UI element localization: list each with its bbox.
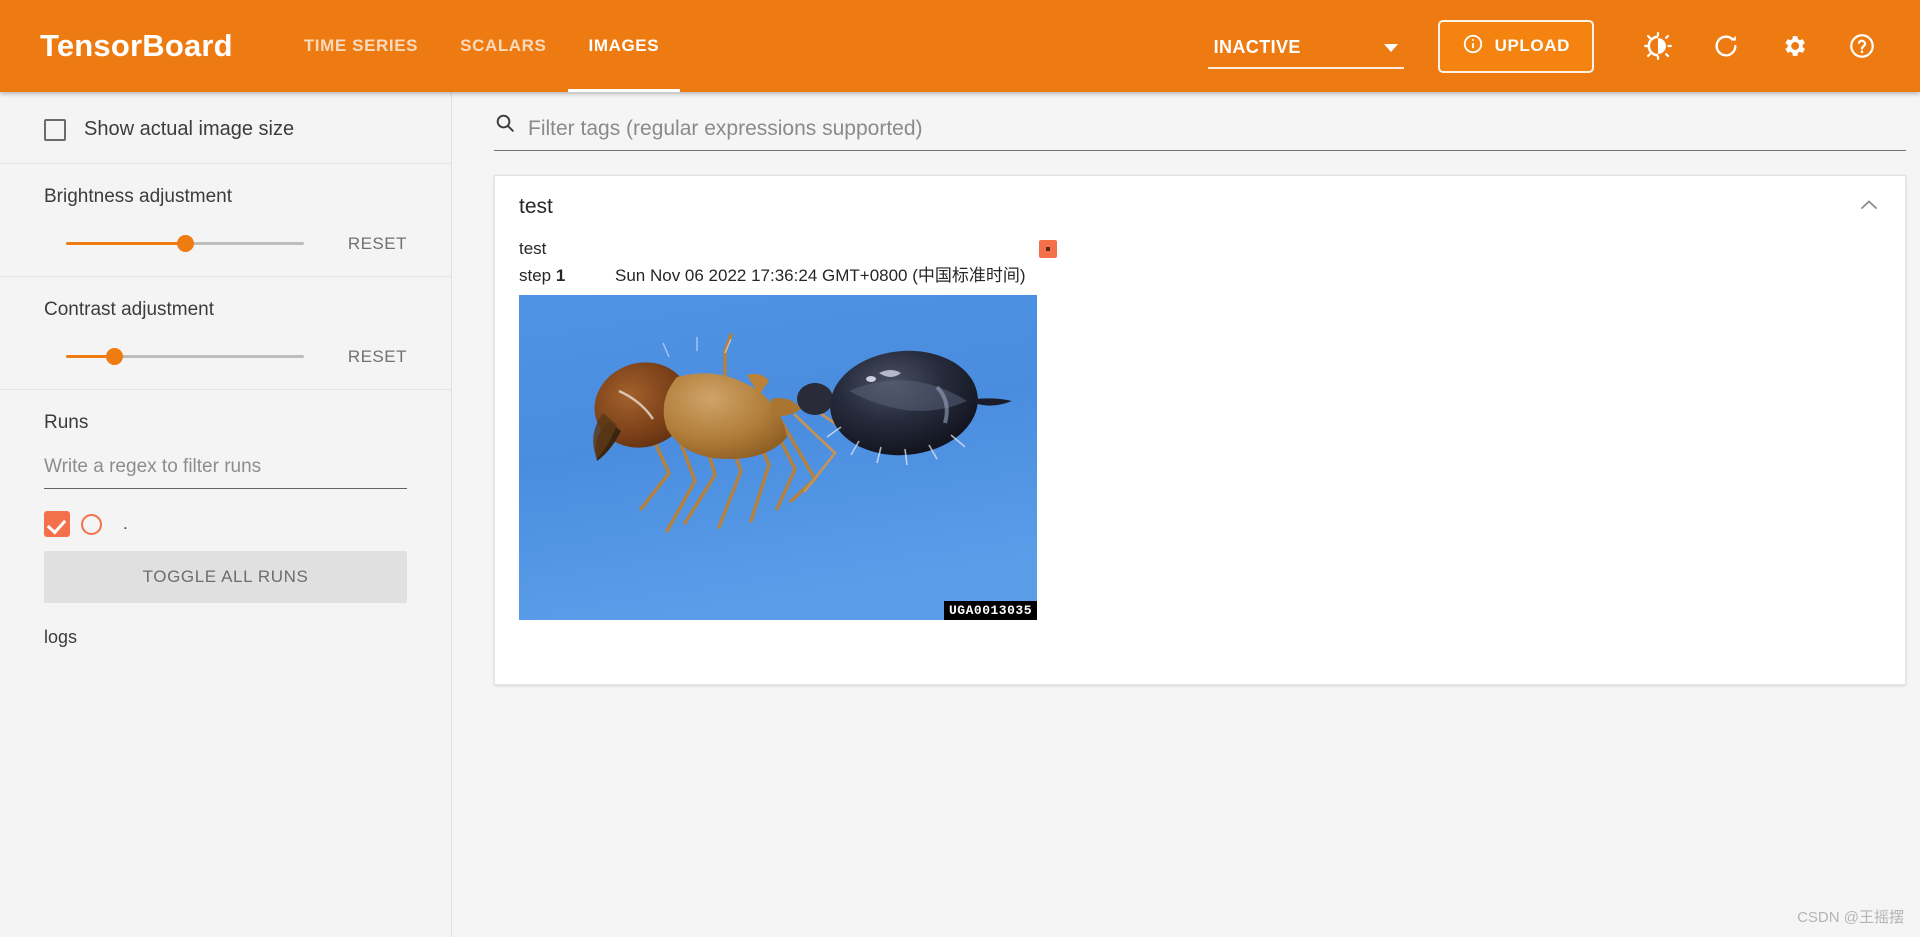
- checkbox-box-icon: [44, 119, 66, 141]
- main-tabs: TIME SERIES SCALARS IMAGES: [283, 0, 680, 92]
- chevron-up-icon[interactable]: [1857, 193, 1881, 222]
- image-step-label: step: [519, 266, 551, 285]
- image-timestamp: Sun Nov 06 2022 17:36:24 GMT+0800 (中国标准时…: [615, 261, 1026, 286]
- sidebar-section-image-size: Show actual image size: [0, 96, 451, 164]
- sidebar: Show actual image size Brightness adjust…: [0, 92, 452, 937]
- search-icon: [494, 112, 516, 139]
- run-status-value: INACTIVE: [1214, 37, 1301, 58]
- brightness-slider-row: RESET: [44, 234, 407, 254]
- app-brand: TensorBoard: [40, 28, 233, 64]
- tab-scalars[interactable]: SCALARS: [439, 0, 567, 92]
- image-group-title: test: [519, 195, 553, 219]
- image-meta-row: step 1 Sun Nov 06 2022 17:36:24 GMT+0800…: [519, 261, 1049, 286]
- tab-time-series[interactable]: TIME SERIES: [283, 0, 439, 92]
- run-list-item[interactable]: .: [44, 511, 407, 537]
- tag-filter-input[interactable]: [528, 117, 1906, 141]
- image-step: step 1: [519, 266, 615, 286]
- image-tag-label: test: [519, 238, 1049, 261]
- main-content: test test step 1 Sun Nov 06 2022 1: [452, 92, 1920, 937]
- show-actual-image-size-checkbox[interactable]: Show actual image size: [44, 118, 407, 141]
- run-checkbox-checked-icon[interactable]: [44, 511, 70, 537]
- slider-thumb[interactable]: [177, 235, 194, 252]
- app-body: Show actual image size Brightness adjust…: [0, 92, 1920, 937]
- run-chip-dot-icon: [1046, 247, 1050, 251]
- brightness-icon[interactable]: [1641, 29, 1675, 63]
- run-color-chip: [1039, 240, 1057, 258]
- image-card: test step 1 Sun Nov 06 2022 17:36:24 GMT…: [519, 238, 1049, 620]
- run-color-circle-icon: [81, 514, 102, 535]
- upload-button-label: UPLOAD: [1495, 36, 1570, 56]
- image-preview[interactable]: UGA0013035: [519, 295, 1037, 620]
- image-step-value: 1: [556, 266, 565, 285]
- chevron-down-icon: [1384, 44, 1398, 52]
- runs-title: Runs: [44, 412, 407, 434]
- help-circle-icon[interactable]: [1845, 29, 1879, 63]
- sidebar-section-contrast: Contrast adjustment RESET: [0, 277, 451, 390]
- contrast-title: Contrast adjustment: [44, 299, 407, 321]
- sidebar-section-brightness: Brightness adjustment RESET: [0, 164, 451, 277]
- csdn-watermark: CSDN @王摇摆: [1797, 906, 1904, 927]
- image-group-body: test step 1 Sun Nov 06 2022 17:36:24 GMT…: [495, 238, 1905, 684]
- sidebar-section-runs: Runs . TOGGLE ALL RUNS logs: [0, 390, 451, 670]
- toggle-all-runs-button[interactable]: TOGGLE ALL RUNS: [44, 551, 407, 603]
- run-item-label: .: [123, 514, 128, 534]
- tag-filter-bar: [494, 112, 1906, 151]
- tab-images[interactable]: IMAGES: [568, 0, 681, 92]
- app-toolbar: TensorBoard TIME SERIES SCALARS IMAGES I…: [0, 0, 1920, 92]
- brightness-slider[interactable]: [66, 235, 304, 253]
- contrast-slider[interactable]: [66, 348, 304, 366]
- logs-label: logs: [44, 627, 407, 648]
- contrast-slider-row: RESET: [44, 347, 407, 367]
- upload-button[interactable]: UPLOAD: [1438, 20, 1594, 73]
- settings-gear-icon[interactable]: [1777, 29, 1811, 63]
- run-status-selector[interactable]: INACTIVE: [1208, 37, 1404, 69]
- info-circle-icon: [1462, 33, 1484, 60]
- image-group-card: test test step 1 Sun Nov 06 2022 1: [494, 175, 1906, 685]
- ant-photo-svg: [519, 295, 1037, 620]
- slider-fill: [66, 242, 185, 245]
- refresh-icon[interactable]: [1709, 29, 1743, 63]
- runs-filter-input[interactable]: [44, 452, 407, 489]
- contrast-reset-button[interactable]: RESET: [348, 347, 407, 367]
- slider-thumb[interactable]: [106, 348, 123, 365]
- brightness-reset-button[interactable]: RESET: [348, 234, 407, 254]
- show-actual-image-size-label: Show actual image size: [84, 118, 294, 141]
- image-watermark: UGA0013035: [944, 601, 1037, 620]
- image-group-header[interactable]: test: [495, 176, 1905, 238]
- brightness-title: Brightness adjustment: [44, 186, 407, 208]
